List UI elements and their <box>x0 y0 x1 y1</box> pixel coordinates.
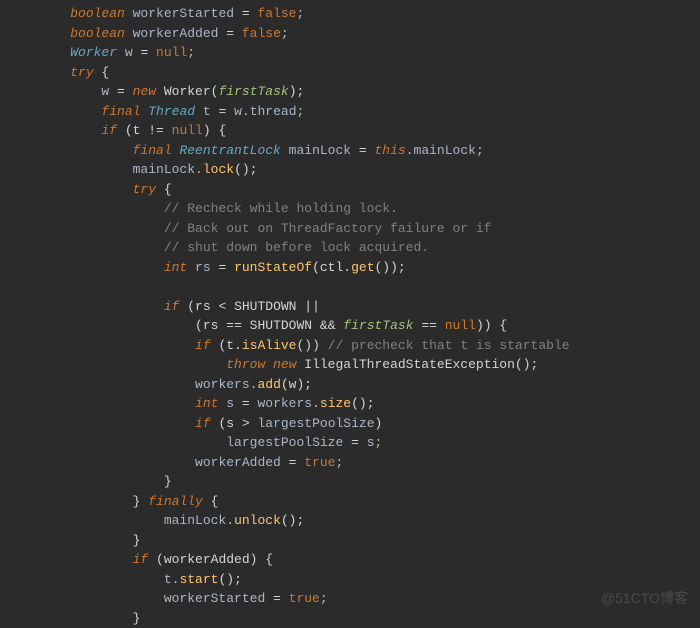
code-line: if (t.isAlive()) // precheck that t is s… <box>0 336 700 356</box>
code-line: } <box>0 609 700 628</box>
watermark: @51CTO博客 <box>601 588 688 609</box>
code-line: } finally { <box>0 492 700 512</box>
code-line: } <box>0 472 700 492</box>
code-line: mainLock.lock(); <box>0 160 700 180</box>
code-line: boolean workerStarted = false; <box>0 4 700 24</box>
code-line: workerStarted = true; <box>0 589 700 609</box>
code-line: t.start(); <box>0 570 700 590</box>
code-line: final Thread t = w.thread; <box>0 102 700 122</box>
code-line: workers.add(w); <box>0 375 700 395</box>
code-line: if (workerAdded) { <box>0 550 700 570</box>
code-line: workerAdded = true; <box>0 453 700 473</box>
code-line <box>0 277 700 297</box>
code-line: largestPoolSize = s; <box>0 433 700 453</box>
code-line: if (s > largestPoolSize) <box>0 414 700 434</box>
code-line: // shut down before lock acquired. <box>0 238 700 258</box>
code-line: throw new IllegalThreadStateException(); <box>0 355 700 375</box>
code-line: (rs == SHUTDOWN && firstTask == null)) { <box>0 316 700 336</box>
code-line: Worker w = null; <box>0 43 700 63</box>
code-line: if (rs < SHUTDOWN || <box>0 297 700 317</box>
code-line: int s = workers.size(); <box>0 394 700 414</box>
code-line: mainLock.unlock(); <box>0 511 700 531</box>
code-line: final ReentrantLock mainLock = this.main… <box>0 141 700 161</box>
code-line: // Back out on ThreadFactory failure or … <box>0 219 700 239</box>
code-line: } <box>0 531 700 551</box>
code-line: boolean workerAdded = false; <box>0 24 700 44</box>
code-line: // Recheck while holding lock. <box>0 199 700 219</box>
code-line: try { <box>0 180 700 200</box>
code-line: w = new Worker(firstTask); <box>0 82 700 102</box>
code-block: boolean workerStarted = false; boolean w… <box>0 0 700 628</box>
code-line: if (t != null) { <box>0 121 700 141</box>
code-line: try { <box>0 63 700 83</box>
code-line: int rs = runStateOf(ctl.get()); <box>0 258 700 278</box>
